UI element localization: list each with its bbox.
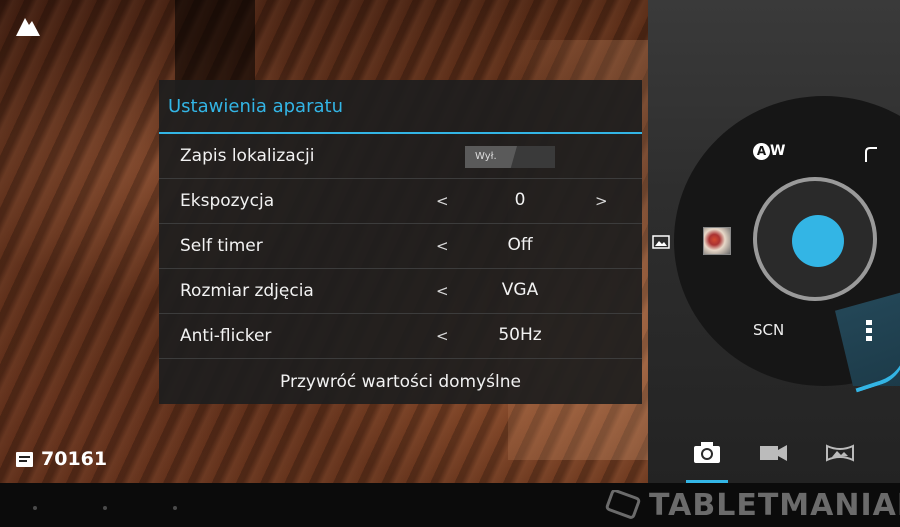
nav-dot[interactable] — [173, 506, 177, 510]
tablet-logo-icon — [605, 490, 641, 519]
watermark: TABLETMANIAK — [605, 487, 900, 523]
setting-label: Anti-flicker — [180, 326, 272, 346]
white-balance-auto[interactable]: AW — [753, 143, 785, 160]
more-vertical-icon[interactable] — [866, 320, 872, 342]
decrease-arrow[interactable]: < — [436, 237, 449, 255]
video-icon[interactable] — [759, 436, 789, 468]
wb-w-label: W — [770, 143, 786, 159]
last-photo-thumbnail[interactable] — [703, 227, 731, 255]
wb-a-badge: A — [753, 143, 770, 160]
setting-label: Rozmiar zdjęcia — [180, 281, 314, 301]
nav-dot[interactable] — [103, 506, 107, 510]
decrease-arrow[interactable]: < — [436, 192, 449, 210]
setting-value: VGA — [501, 280, 539, 300]
gallery-icon[interactable] — [652, 235, 670, 249]
remaining-shots: 70161 — [16, 448, 107, 470]
setting-row-location[interactable]: Zapis lokalizacji Wył. — [159, 134, 642, 179]
increase-arrow[interactable]: > — [595, 192, 608, 210]
setting-label: Self timer — [180, 236, 263, 256]
setting-value: 50Hz — [498, 325, 542, 345]
setting-label: Ekspozycja — [180, 191, 275, 211]
mountain-icon[interactable] — [16, 14, 40, 36]
shutter-button[interactable] — [792, 215, 844, 267]
decrease-arrow[interactable]: < — [436, 327, 449, 345]
setting-row-self-timer[interactable]: Self timer < Off — [159, 224, 642, 269]
nav-dot[interactable] — [33, 506, 37, 510]
camera-controls-sidebar: AW SCN — [648, 0, 900, 483]
setting-row-anti-flicker[interactable]: Anti-flicker < 50Hz — [159, 314, 642, 359]
camera-icon[interactable] — [693, 436, 721, 468]
setting-value: 0 — [514, 190, 526, 210]
camera-settings-panel: Ustawienia aparatu Zapis lokalizacji Wył… — [159, 80, 642, 404]
sd-card-icon — [16, 451, 33, 467]
location-toggle[interactable]: Wył. — [465, 146, 555, 168]
toggle-knob[interactable]: Wył. — [465, 146, 517, 168]
restore-defaults-button[interactable]: Przywróć wartości domyślne — [159, 359, 642, 405]
flash-icon[interactable] — [864, 146, 878, 162]
remaining-shots-count: 70161 — [41, 448, 108, 470]
setting-row-picture-size[interactable]: Rozmiar zdjęcia < VGA — [159, 269, 642, 314]
panorama-icon[interactable] — [826, 436, 854, 468]
setting-label: Zapis lokalizacji — [180, 146, 315, 166]
setting-value: Off — [507, 235, 533, 255]
watermark-text: TABLETMANIAK — [649, 487, 900, 523]
decrease-arrow[interactable]: < — [436, 282, 449, 300]
scene-mode-button[interactable]: SCN — [753, 321, 784, 339]
setting-row-exposure[interactable]: Ekspozycja < 0 > — [159, 179, 642, 224]
panel-title: Ustawienia aparatu — [159, 80, 642, 134]
mode-tabs — [648, 430, 900, 483]
